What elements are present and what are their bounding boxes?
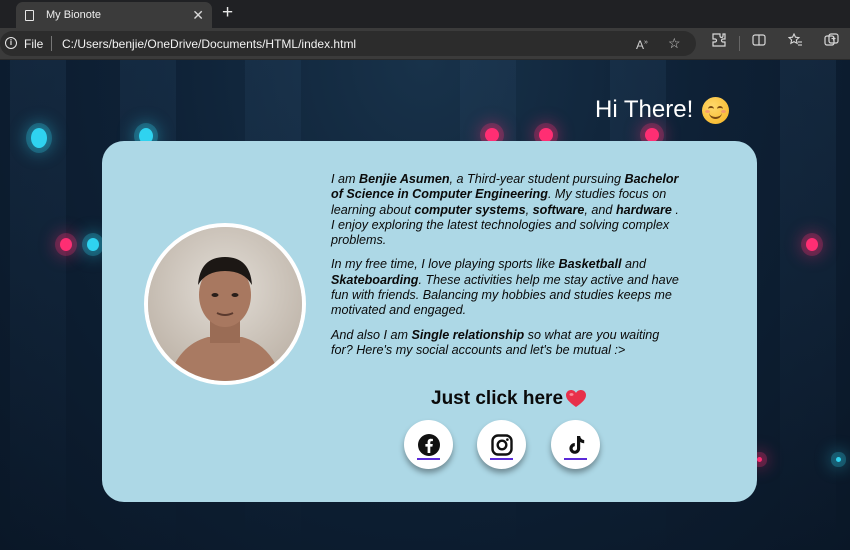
tab-title: My Bionote (46, 9, 102, 21)
bio-emphasis: hardware (615, 202, 672, 217)
glow-dot (485, 128, 499, 142)
glow-dot (757, 457, 762, 462)
bio-emphasis: Skateboarding (331, 272, 419, 287)
link-underline (564, 458, 587, 460)
glow-dot (836, 457, 841, 462)
bio-emphasis: Benjie Asumen (359, 172, 450, 186)
new-tab-icon[interactable]: + (222, 3, 233, 23)
browser-tab[interactable]: My Bionote ✕ (16, 2, 212, 28)
file-label: File (24, 37, 44, 51)
facebook-link[interactable] (404, 420, 453, 469)
call-to-action: Just click here (431, 388, 591, 410)
glow-dot (60, 238, 72, 251)
glow-dot (539, 128, 553, 142)
link-underline (417, 458, 440, 460)
address-divider (51, 36, 52, 51)
bio-text-run: In my free time, I love playing sports l… (331, 257, 559, 272)
bio-text: I am Benjie Asumen, a Third-year student… (331, 172, 683, 367)
collections-icon[interactable] (824, 33, 839, 51)
address-bar[interactable]: i File C:/Users/benjie/OneDrive/Document… (0, 31, 696, 56)
bio-emphasis: Basketball (558, 257, 622, 272)
bio-card: I am Benjie Asumen, a Third-year student… (102, 141, 757, 502)
background-stripe (780, 60, 836, 550)
bio-text-run: I am (331, 172, 359, 186)
bio-text-run: , a Third-year student pursuing (449, 172, 625, 186)
tab-bar: My Bionote ✕ + (0, 0, 850, 28)
profile-photo (144, 223, 306, 385)
tiktok-icon (568, 435, 584, 454)
close-tab-icon[interactable]: ✕ (192, 8, 204, 22)
tiktok-link[interactable] (551, 420, 600, 469)
favorite-star-icon[interactable]: ☆ (668, 35, 681, 51)
facebook-icon (417, 433, 440, 456)
bio-text-run: , and (584, 202, 616, 217)
toolbar-divider (739, 36, 740, 51)
bio-paragraph: In my free time, I love playing sports l… (331, 257, 683, 318)
bio-paragraph: And also I am Single relationship so wha… (331, 328, 683, 359)
bio-emphasis: Single relationship (411, 327, 525, 342)
greeting-heading: Hi There! (595, 96, 730, 124)
page-icon (25, 9, 34, 21)
link-underline (490, 458, 513, 460)
glow-dot (806, 238, 818, 251)
bio-paragraph: I am Benjie Asumen, a Third-year student… (331, 172, 683, 248)
bio-text-run: and (621, 257, 646, 272)
split-screen-icon[interactable] (752, 33, 766, 50)
bio-text-run: And also I am (331, 327, 412, 342)
instagram-link[interactable] (477, 420, 526, 469)
heart-icon (566, 390, 587, 407)
glow-dot (31, 128, 47, 148)
favorites-icon[interactable] (787, 32, 803, 50)
bio-emphasis: computer systems (414, 202, 526, 217)
cta-text: Just click here (431, 388, 564, 409)
extensions-icon[interactable] (712, 33, 726, 50)
bio-text-run: , (525, 202, 533, 217)
glow-dot (645, 128, 659, 142)
bio-emphasis: software (532, 202, 585, 217)
instagram-icon (490, 433, 513, 456)
read-aloud-icon[interactable]: A» (636, 35, 648, 53)
greeting-text: Hi There! (595, 96, 694, 123)
page-viewport: Hi There! I am Benjie Asumen, a Third-ye… (0, 60, 850, 550)
info-icon[interactable]: i (5, 37, 17, 49)
smiley-emoji-icon (702, 96, 730, 124)
url-text[interactable]: C:/Users/benjie/OneDrive/Documents/HTML/… (62, 37, 356, 51)
glow-dot (87, 238, 99, 251)
